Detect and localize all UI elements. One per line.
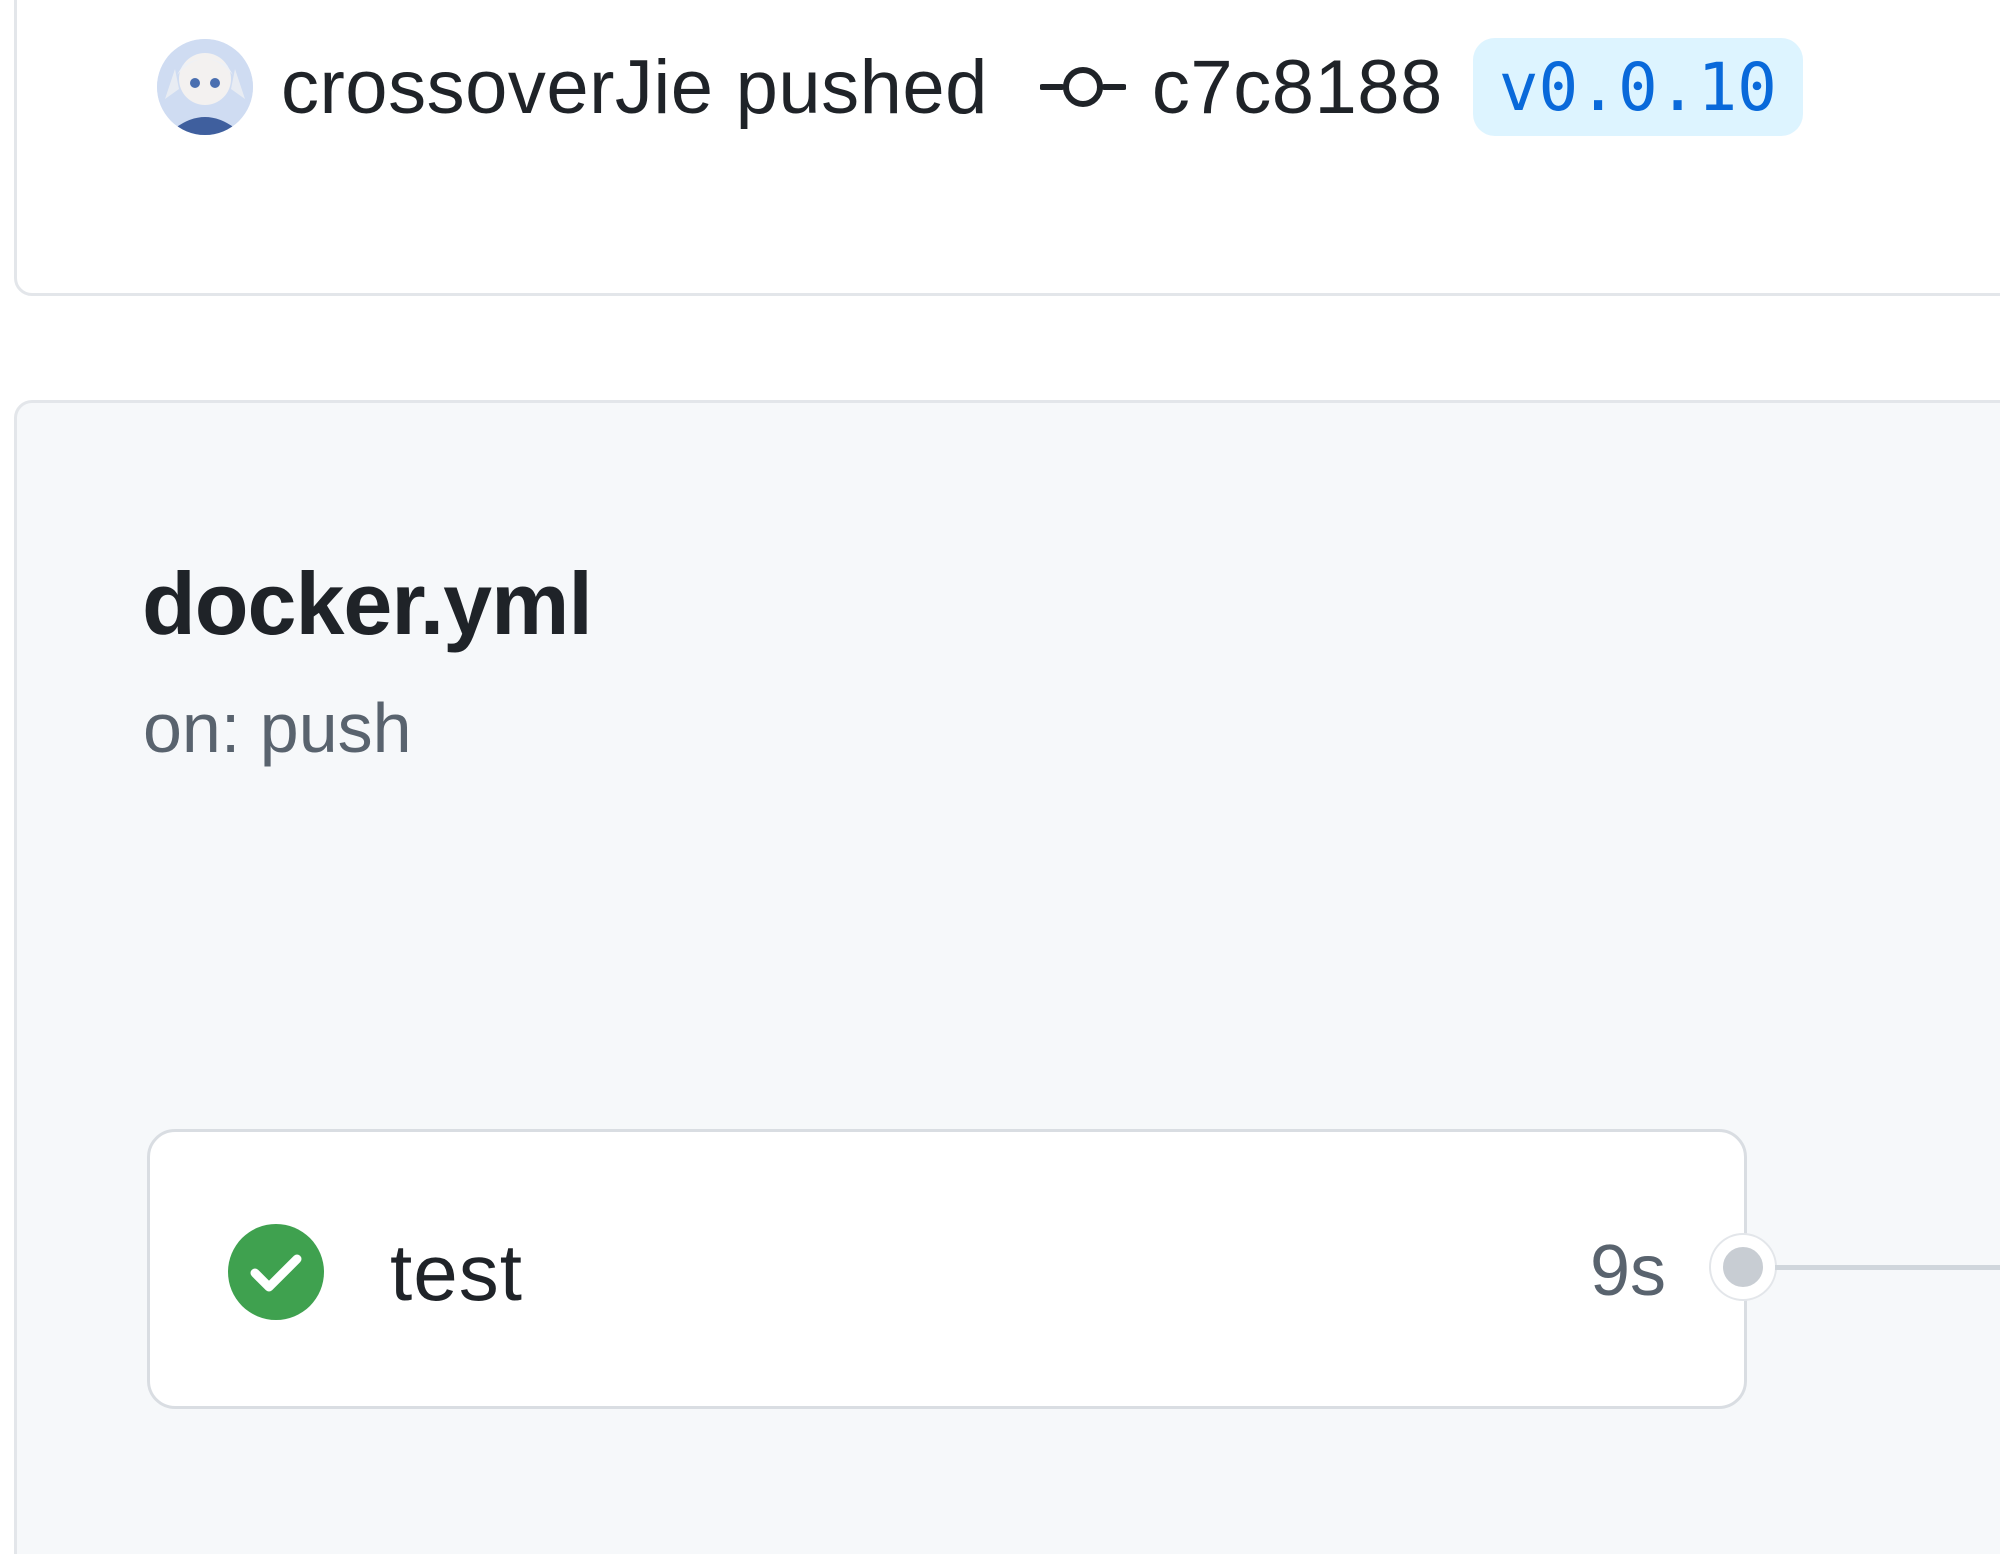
event-action: pushed [735, 44, 988, 130]
job-connector-dot [1711, 1235, 1775, 1299]
check-circle-icon [226, 1222, 326, 1322]
commit-sha-link[interactable]: c7c8188 [1152, 44, 1443, 131]
avatar[interactable] [157, 39, 253, 135]
actor-username[interactable]: crossoverJie [281, 44, 714, 131]
job-connector-line [1775, 1265, 2000, 1270]
job-card-test[interactable]: test 9s [147, 1129, 1747, 1409]
workflow-graph-card: docker.yml on: push test 9s [14, 400, 2000, 1554]
workflow-run-page: crossoverJie pushed c7c8188 v0.0.10 dock… [0, 0, 2000, 1554]
job-duration: 9s [1589, 1231, 1666, 1311]
tag-badge[interactable]: v0.0.10 [1472, 38, 1803, 136]
job-name: test [390, 1228, 523, 1317]
git-commit-icon [1038, 61, 1127, 113]
workflow-trigger: on: push [143, 689, 412, 767]
run-summary-card: crossoverJie pushed c7c8188 v0.0.10 [14, 0, 2000, 296]
push-info-row: crossoverJie pushed c7c8188 v0.0.10 [157, 38, 1803, 136]
workflow-file-name: docker.yml [142, 554, 593, 653]
